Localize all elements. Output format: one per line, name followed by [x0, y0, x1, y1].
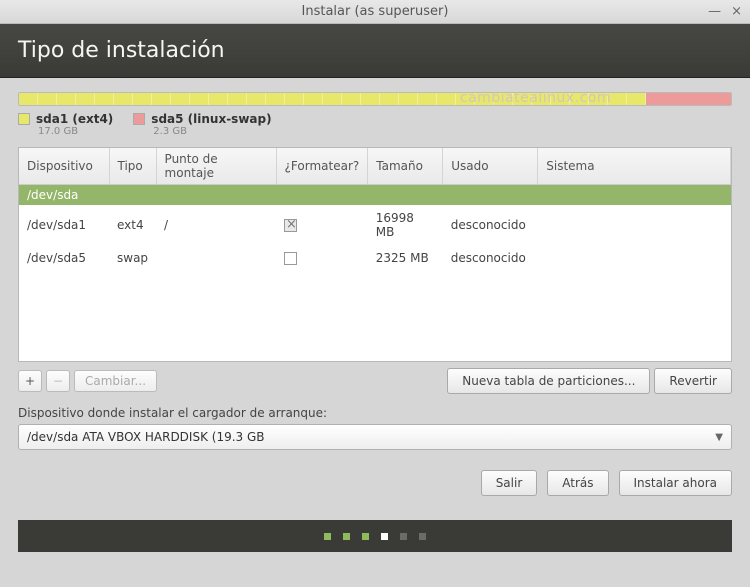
step-dot: [362, 533, 369, 540]
cell-format: [276, 205, 368, 245]
cell-type: ext4: [109, 205, 156, 245]
progress-steps: [18, 520, 732, 552]
back-button[interactable]: Atrás: [547, 470, 608, 496]
watermark: cambiatealinux.com: [460, 92, 611, 106]
window-controls: — ×: [708, 4, 742, 19]
chevron-down-icon: ▼: [715, 432, 723, 443]
bootloader-value: /dev/sda ATA VBOX HARDDISK (19.3 GB: [27, 430, 265, 444]
col-type[interactable]: Tipo: [109, 148, 156, 185]
page-title: Tipo de instalación: [18, 38, 225, 63]
format-checkbox[interactable]: [284, 252, 297, 265]
quit-button[interactable]: Salir: [481, 470, 538, 496]
disk-usage-bar[interactable]: cambiatealinux.com: [18, 92, 732, 106]
cell-type: swap: [109, 245, 156, 271]
col-mount[interactable]: Punto de montaje: [156, 148, 276, 185]
minimize-icon[interactable]: —: [708, 4, 721, 19]
cell-mount: /: [156, 205, 276, 245]
cell-used: desconocido: [443, 205, 538, 245]
install-button[interactable]: Instalar ahora: [619, 470, 732, 496]
col-format[interactable]: ¿Formatear?: [276, 148, 368, 185]
col-device[interactable]: Dispositivo: [19, 148, 109, 185]
legend-item: sda1 (ext4) 17.0 GB: [18, 112, 113, 137]
col-size[interactable]: Tamaño: [368, 148, 443, 185]
col-used[interactable]: Usado: [443, 148, 538, 185]
legend-size: 2.3 GB: [153, 126, 271, 137]
header: Tipo de instalación: [0, 24, 750, 78]
swatch-icon: [133, 113, 145, 125]
cell-used: desconocido: [443, 245, 538, 271]
swatch-icon: [18, 113, 30, 125]
titlebar: Instalar (as superuser) — ×: [0, 0, 750, 24]
step-dot: [419, 533, 426, 540]
legend-label: sda5 (linux-swap): [151, 112, 271, 126]
step-dot: [400, 533, 407, 540]
col-system[interactable]: Sistema: [538, 148, 731, 185]
close-icon[interactable]: ×: [731, 4, 742, 19]
cell-format: [276, 245, 368, 271]
cell-size: 2325 MB: [368, 245, 443, 271]
bootloader-label: Dispositivo donde instalar el cargador d…: [18, 406, 732, 420]
window-title: Instalar (as superuser): [302, 4, 449, 19]
footer-buttons: Salir Atrás Instalar ahora: [0, 450, 750, 506]
legend-label: sda1 (ext4): [36, 112, 113, 126]
format-checkbox[interactable]: [284, 219, 297, 232]
legend-size: 17.0 GB: [38, 126, 113, 137]
step-dot: [343, 533, 350, 540]
step-dot: [324, 533, 331, 540]
cell-mount: [156, 245, 276, 271]
step-dot: [381, 533, 388, 540]
partition-row[interactable]: /dev/sda1 ext4 / 16998 MB desconocido: [19, 205, 731, 245]
legend-item: sda5 (linux-swap) 2.3 GB: [133, 112, 271, 137]
cell-size: 16998 MB: [368, 205, 443, 245]
partition-legend: sda1 (ext4) 17.0 GB sda5 (linux-swap) 2.…: [18, 112, 732, 137]
cell-system: [538, 245, 731, 271]
cell-system: [538, 205, 731, 245]
device-name: /dev/sda: [19, 185, 731, 206]
remove-partition-button[interactable]: −: [46, 370, 70, 392]
add-partition-button[interactable]: +: [18, 370, 42, 392]
cell-device: /dev/sda1: [19, 205, 109, 245]
new-partition-table-button[interactable]: Nueva tabla de particiones...: [447, 368, 650, 394]
partition-table[interactable]: Dispositivo Tipo Punto de montaje ¿Forma…: [18, 147, 732, 362]
revert-button[interactable]: Revertir: [654, 368, 732, 394]
device-row[interactable]: /dev/sda: [19, 185, 731, 206]
cell-device: /dev/sda5: [19, 245, 109, 271]
bootloader-select[interactable]: /dev/sda ATA VBOX HARDDISK (19.3 GB ▼: [18, 424, 732, 450]
table-header-row: Dispositivo Tipo Punto de montaje ¿Forma…: [19, 148, 731, 185]
change-button[interactable]: Cambiar...: [74, 370, 157, 392]
partition-segment-swap[interactable]: [646, 93, 731, 105]
partition-toolbar: + − Cambiar... Nueva tabla de particione…: [18, 368, 732, 394]
partition-row[interactable]: /dev/sda5 swap 2325 MB desconocido: [19, 245, 731, 271]
